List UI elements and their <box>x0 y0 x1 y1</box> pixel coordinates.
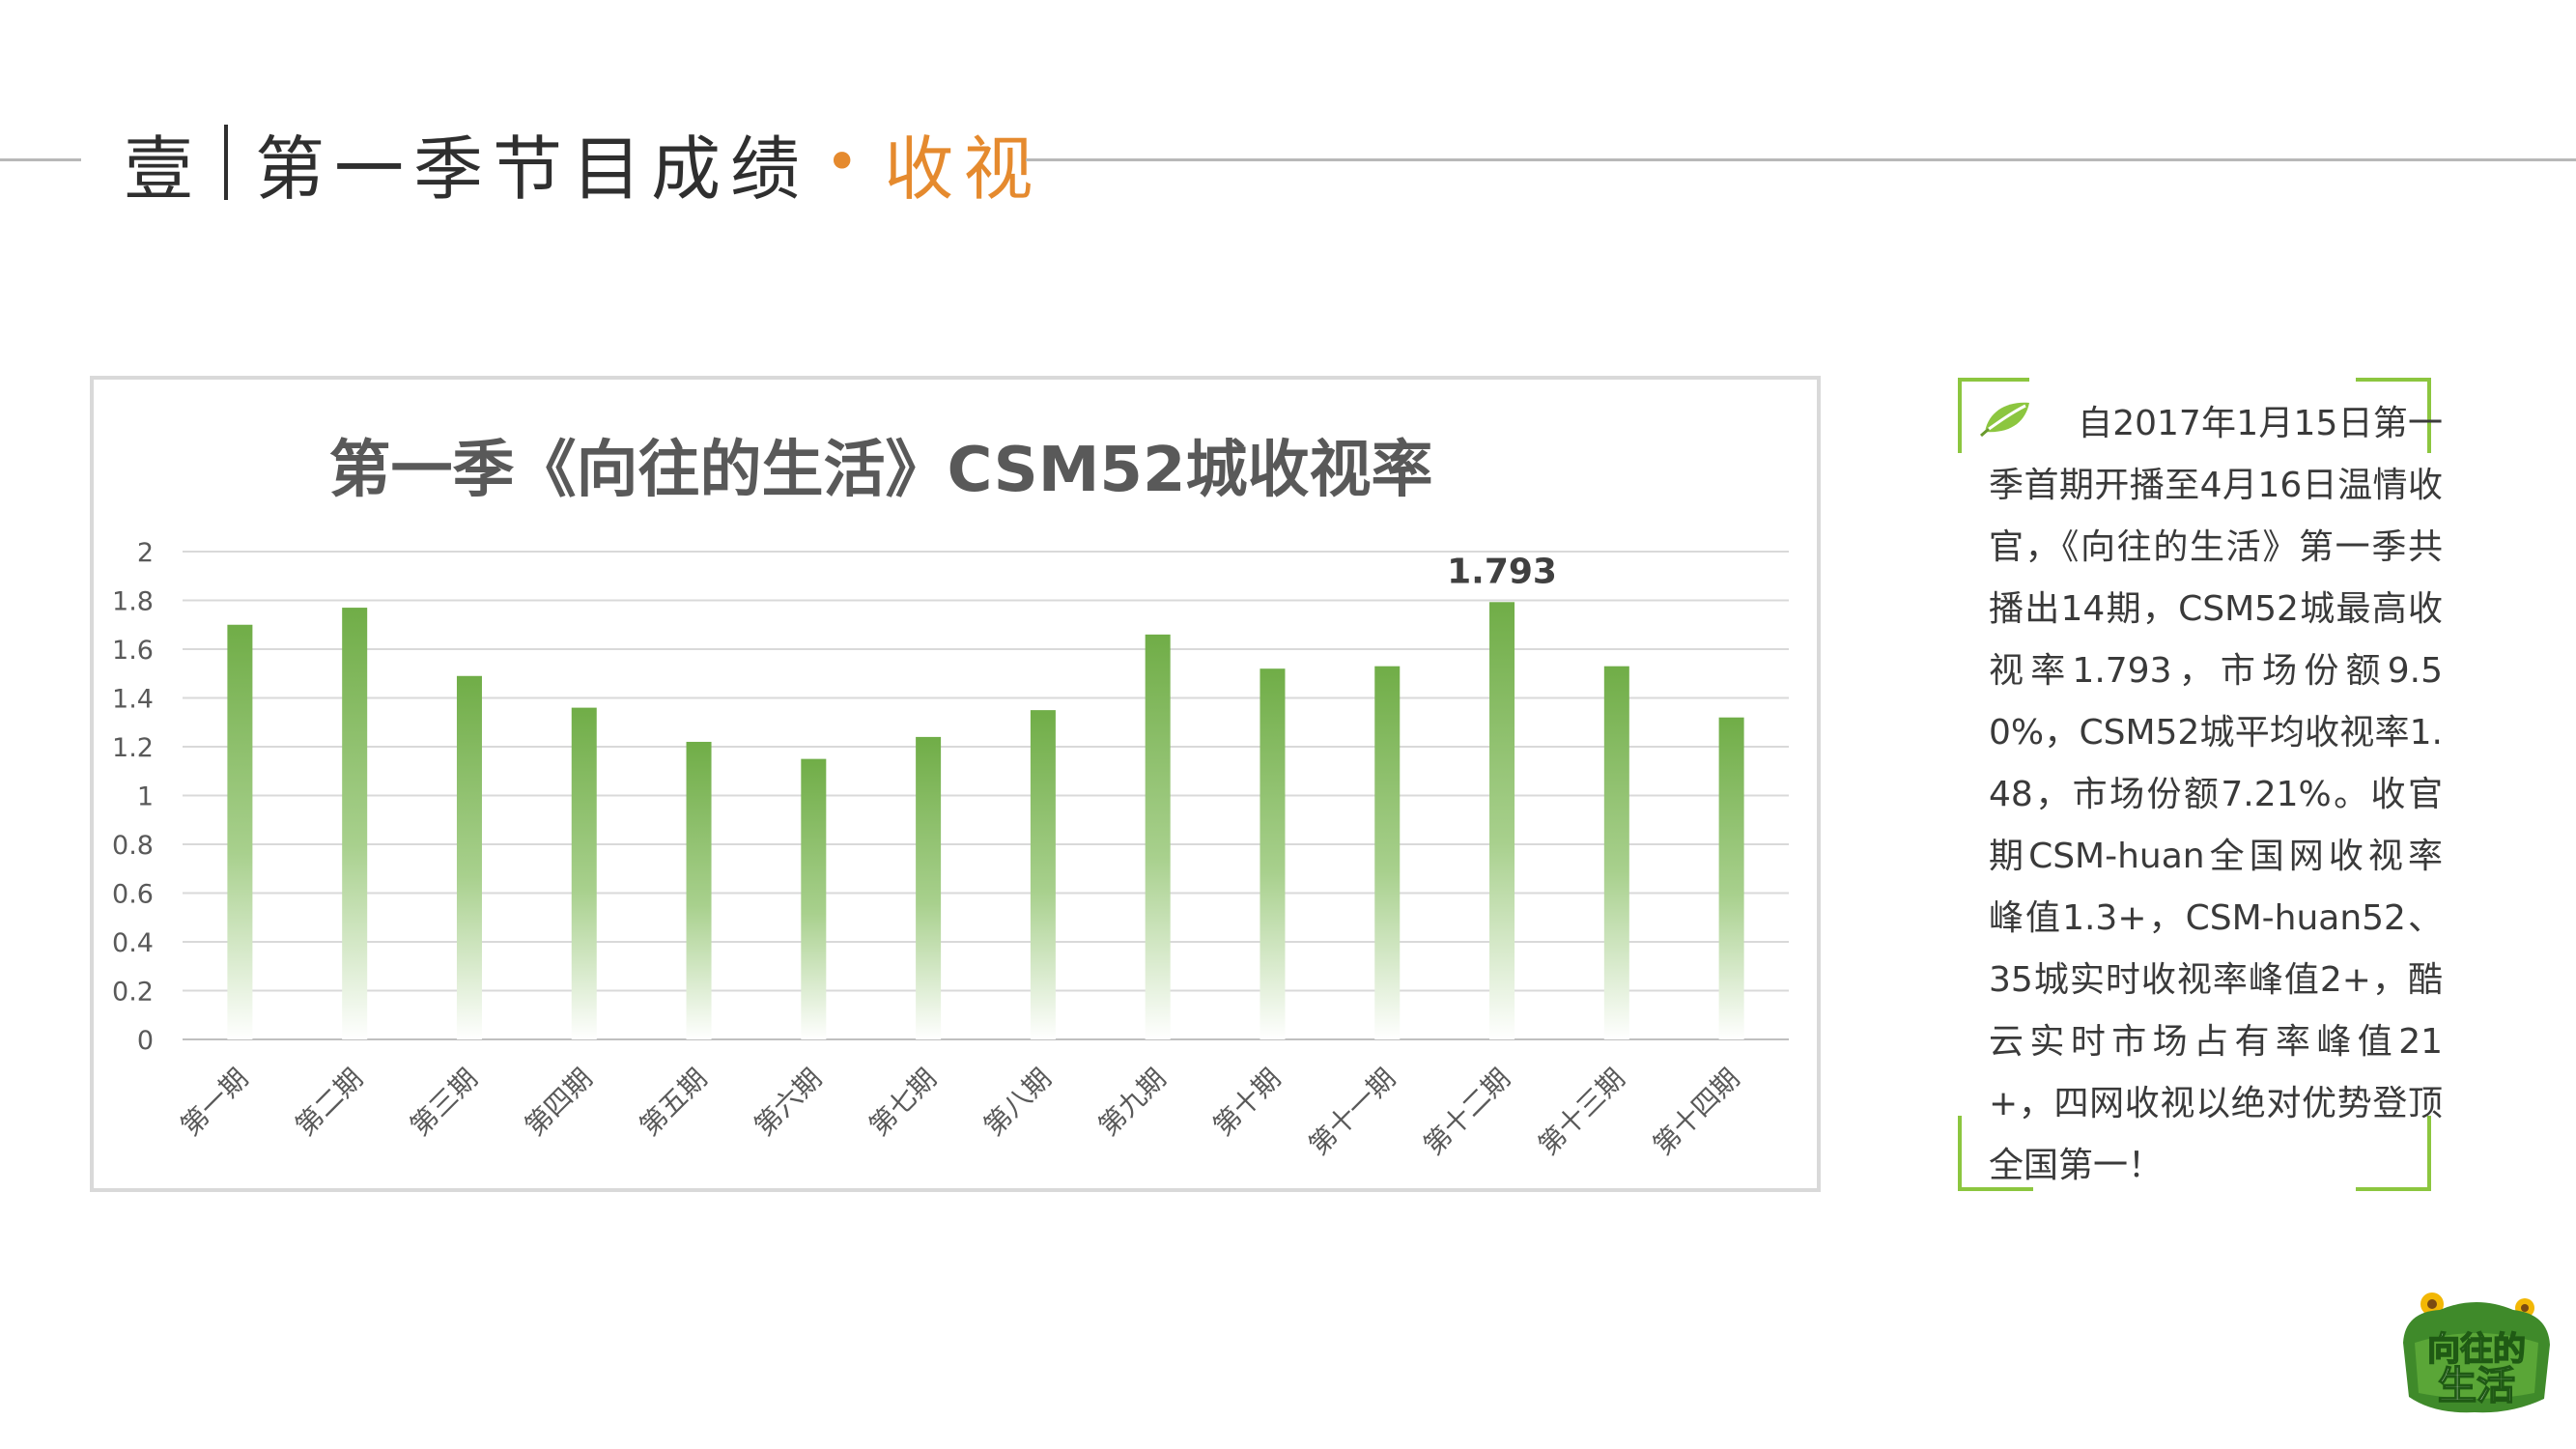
svg-text:向往的: 向往的 <box>2427 1330 2526 1369</box>
y-tick-label: 0 <box>137 1026 154 1056</box>
show-logo: 向往的 生活 <box>2403 1293 2550 1413</box>
header-dot: • <box>825 128 869 196</box>
data-label: 1.793 <box>1447 552 1557 591</box>
x-tick-label: 第七期 <box>863 1063 943 1143</box>
x-tick-label: 第六期 <box>749 1063 829 1143</box>
y-tick-label: 1.6 <box>112 636 154 666</box>
y-tick-label: 0.6 <box>112 880 154 910</box>
x-tick-label: 第二期 <box>289 1063 369 1143</box>
x-tick-label: 第九期 <box>1092 1063 1173 1143</box>
bar <box>1489 602 1515 1039</box>
y-tick-label: 0.2 <box>112 978 154 1008</box>
bar <box>1260 668 1286 1039</box>
y-tick-label: 0.8 <box>112 831 154 861</box>
bar <box>571 707 597 1039</box>
y-tick-label: 0.4 <box>112 928 154 958</box>
bar <box>801 758 827 1039</box>
header-rule-right <box>1026 158 2576 161</box>
bar <box>916 736 942 1039</box>
y-tick-label: 1.2 <box>112 733 154 763</box>
chart-panel: 第一季《向往的生活》CSM52城收视率 第一期 第二期 第三期 第四期 第五期 第六期 第七… <box>90 376 1821 1192</box>
y-tick-label: 1 <box>137 782 154 812</box>
header-rule-left <box>0 158 81 161</box>
header-divider <box>224 125 229 200</box>
bar <box>1374 666 1401 1039</box>
bar <box>342 608 368 1039</box>
x-tick-label: 第五期 <box>634 1063 714 1143</box>
bar <box>1603 666 1629 1039</box>
bar-chart: 第一期 第二期 第三期 第四期 第五期 第六期 第七期 第八期 第九期 第十期 第十一期 第十二期 第十… <box>112 538 1789 1162</box>
svg-text:生活: 生活 <box>2438 1364 2515 1408</box>
bar <box>686 741 712 1039</box>
bar <box>1718 717 1744 1039</box>
x-tick-label: 第三期 <box>404 1063 484 1143</box>
section-title: 第一季节目成绩 <box>255 128 810 210</box>
x-tick-label: 第四期 <box>519 1063 599 1143</box>
description-box: 自2017年1月15日第一季首期开播至4月16日温情收官，《向往的生活》第一季共… <box>1958 378 2443 1191</box>
x-tick-label: 第十四期 <box>1647 1063 1746 1162</box>
x-tick-label: 第一期 <box>175 1063 255 1143</box>
description-text: 自2017年1月15日第一季首期开播至4月16日温情收官，《向往的生活》第一季共… <box>1989 404 2443 1185</box>
x-tick-label: 第十一期 <box>1303 1063 1402 1162</box>
x-tick-label: 第十三期 <box>1532 1063 1631 1162</box>
y-tick-label: 1.4 <box>112 685 154 715</box>
section-number: 壹 <box>124 128 204 210</box>
bar <box>227 624 253 1039</box>
x-tick-label: 第十二期 <box>1417 1063 1516 1162</box>
y-tick-label: 2 <box>137 538 154 568</box>
section-subtitle: 收视 <box>884 128 1043 210</box>
x-tick-label: 第十期 <box>1207 1063 1288 1143</box>
section-header: 壹 第一季节目成绩 • 收视 <box>124 114 1042 211</box>
bar <box>1030 710 1056 1039</box>
x-tick-label: 第八期 <box>977 1063 1058 1143</box>
bar <box>1145 634 1171 1039</box>
bar <box>456 675 482 1039</box>
y-tick-label: 1.8 <box>112 587 154 617</box>
